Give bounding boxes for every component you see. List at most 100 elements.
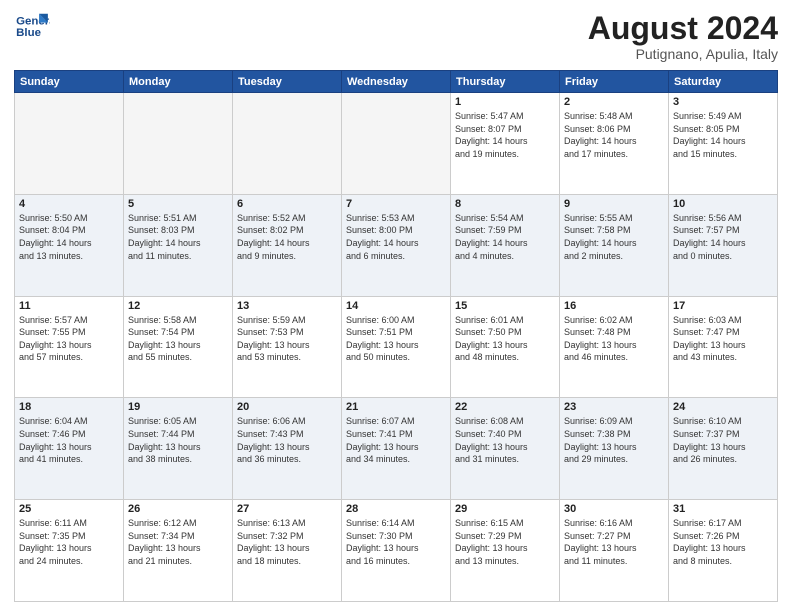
calendar-week-row: 1Sunrise: 5:47 AM Sunset: 8:07 PM Daylig… <box>15 93 778 195</box>
calendar-cell: 25 Sunrise: 6:11 AM Sunset: 7:35 PM Dayli… <box>15 500 124 602</box>
day-info: Sunrise: 5:52 AM Sunset: 8:02 PM Dayligh… <box>237 212 337 262</box>
calendar-cell <box>15 93 124 195</box>
day-info: Sunrise: 6:17 AM Sunset: 7:26 PM Dayligh… <box>673 517 773 567</box>
calendar-cell: 24Sunrise: 6:10 AM Sunset: 7:37 PM Dayli… <box>669 398 778 500</box>
day-number: 14 <box>346 300 446 312</box>
day-number: 12 <box>128 300 228 312</box>
day-info: Sunrise: 5:53 AM Sunset: 8:00 PM Dayligh… <box>346 212 446 262</box>
calendar-cell: 31Sunrise: 6:17 AM Sunset: 7:26 PM Dayli… <box>669 500 778 602</box>
day-info: Sunrise: 6:09 AM Sunset: 7:38 PM Dayligh… <box>564 415 664 465</box>
calendar-cell <box>233 93 342 195</box>
day-number: 28 <box>346 503 446 515</box>
calendar-table: Sunday Monday Tuesday Wednesday Thursday… <box>14 70 778 602</box>
calendar-cell: 30Sunrise: 6:16 AM Sunset: 7:27 PM Dayli… <box>560 500 669 602</box>
day-info: Sunrise: 5:54 AM Sunset: 7:59 PM Dayligh… <box>455 212 555 262</box>
day-number: 17 <box>673 300 773 312</box>
day-info: Sunrise: 5:47 AM Sunset: 8:07 PM Dayligh… <box>455 110 555 160</box>
day-number: 26 <box>128 503 228 515</box>
day-info: Sunrise: 6:02 AM Sunset: 7:48 PM Dayligh… <box>564 314 664 364</box>
calendar-cell: 21 Sunrise: 6:07 AM Sunset: 7:41 PM Dayli… <box>342 398 451 500</box>
day-info: Sunrise: 5:48 AM Sunset: 8:06 PM Dayligh… <box>564 110 664 160</box>
day-info: Sunrise: 5:55 AM Sunset: 7:58 PM Dayligh… <box>564 212 664 262</box>
day-info: Sunrise: 6:05 AM Sunset: 7:44 PM Dayligh… <box>128 415 228 465</box>
day-number: 25 <box>19 503 119 515</box>
calendar-cell: 22Sunrise: 6:08 AM Sunset: 7:40 PM Dayli… <box>451 398 560 500</box>
day-info: Sunrise: 6:08 AM Sunset: 7:40 PM Dayligh… <box>455 415 555 465</box>
day-info: Sunrise: 5:49 AM Sunset: 8:05 PM Dayligh… <box>673 110 773 160</box>
day-info: Sunrise: 5:50 AM Sunset: 8:04 PM Dayligh… <box>19 212 119 262</box>
day-info: Sunrise: 6:15 AM Sunset: 7:29 PM Dayligh… <box>455 517 555 567</box>
calendar-cell: 18 Sunrise: 6:04 AM Sunset: 7:46 PM Dayli… <box>15 398 124 500</box>
day-number: 18 <box>19 401 119 413</box>
day-number: 16 <box>564 300 664 312</box>
day-number: 13 <box>237 300 337 312</box>
calendar-cell: 5Sunrise: 5:51 AM Sunset: 8:03 PM Daylig… <box>124 194 233 296</box>
header-friday: Friday <box>560 71 669 93</box>
day-number: 4 <box>19 198 119 210</box>
day-info: Sunrise: 6:03 AM Sunset: 7:47 PM Dayligh… <box>673 314 773 364</box>
day-number: 27 <box>237 503 337 515</box>
day-number: 5 <box>128 198 228 210</box>
calendar-cell: 17 Sunrise: 6:03 AM Sunset: 7:47 PM Dayli… <box>669 296 778 398</box>
calendar-cell: 7Sunrise: 5:53 AM Sunset: 8:00 PM Daylig… <box>342 194 451 296</box>
day-info: Sunrise: 6:12 AM Sunset: 7:34 PM Dayligh… <box>128 517 228 567</box>
day-number: 11 <box>19 300 119 312</box>
calendar-cell: 29 Sunrise: 6:15 AM Sunset: 7:29 PM Dayli… <box>451 500 560 602</box>
header-thursday: Thursday <box>451 71 560 93</box>
day-info: Sunrise: 5:57 AM Sunset: 7:55 PM Dayligh… <box>19 314 119 364</box>
day-number: 2 <box>564 96 664 108</box>
day-info: Sunrise: 5:59 AM Sunset: 7:53 PM Dayligh… <box>237 314 337 364</box>
day-info: Sunrise: 5:56 AM Sunset: 7:57 PM Dayligh… <box>673 212 773 262</box>
day-number: 9 <box>564 198 664 210</box>
page-container: General Blue August 2024 Putignano, Apul… <box>0 0 792 612</box>
calendar-cell: 13 Sunrise: 5:59 AM Sunset: 7:53 PM Dayli… <box>233 296 342 398</box>
day-info: Sunrise: 5:58 AM Sunset: 7:54 PM Dayligh… <box>128 314 228 364</box>
calendar-cell: 28 Sunrise: 6:14 AM Sunset: 7:30 PM Dayli… <box>342 500 451 602</box>
header-monday: Monday <box>124 71 233 93</box>
calendar-cell <box>124 93 233 195</box>
calendar-cell: 26 Sunrise: 6:12 AM Sunset: 7:34 PM Dayli… <box>124 500 233 602</box>
calendar-cell: 9 Sunrise: 5:55 AM Sunset: 7:58 PM Daylig… <box>560 194 669 296</box>
day-number: 24 <box>673 401 773 413</box>
logo: General Blue <box>14 12 50 42</box>
logo-icon: General Blue <box>14 12 50 42</box>
day-info: Sunrise: 6:14 AM Sunset: 7:30 PM Dayligh… <box>346 517 446 567</box>
day-info: Sunrise: 6:01 AM Sunset: 7:50 PM Dayligh… <box>455 314 555 364</box>
day-number: 10 <box>673 198 773 210</box>
calendar-week-row: 18 Sunrise: 6:04 AM Sunset: 7:46 PM Dayli… <box>15 398 778 500</box>
day-number: 8 <box>455 198 555 210</box>
calendar-cell: 27 Sunrise: 6:13 AM Sunset: 7:32 PM Dayli… <box>233 500 342 602</box>
title-block: August 2024 Putignano, Apulia, Italy <box>588 12 778 62</box>
day-number: 15 <box>455 300 555 312</box>
day-info: Sunrise: 6:04 AM Sunset: 7:46 PM Dayligh… <box>19 415 119 465</box>
day-info: Sunrise: 6:13 AM Sunset: 7:32 PM Dayligh… <box>237 517 337 567</box>
day-info: Sunrise: 6:16 AM Sunset: 7:27 PM Dayligh… <box>564 517 664 567</box>
header-wednesday: Wednesday <box>342 71 451 93</box>
calendar-cell: 19Sunrise: 6:05 AM Sunset: 7:44 PM Dayli… <box>124 398 233 500</box>
calendar-cell: 1Sunrise: 5:47 AM Sunset: 8:07 PM Daylig… <box>451 93 560 195</box>
calendar-cell: 3 Sunrise: 5:49 AM Sunset: 8:05 PM Daylig… <box>669 93 778 195</box>
day-number: 23 <box>564 401 664 413</box>
day-info: Sunrise: 6:07 AM Sunset: 7:41 PM Dayligh… <box>346 415 446 465</box>
day-number: 3 <box>673 96 773 108</box>
calendar-cell: 15 Sunrise: 6:01 AM Sunset: 7:50 PM Dayli… <box>451 296 560 398</box>
calendar-week-row: 11 Sunrise: 5:57 AM Sunset: 7:55 PM Dayli… <box>15 296 778 398</box>
calendar-week-row: 25 Sunrise: 6:11 AM Sunset: 7:35 PM Dayli… <box>15 500 778 602</box>
svg-text:Blue: Blue <box>16 27 41 39</box>
calendar-cell: 23 Sunrise: 6:09 AM Sunset: 7:38 PM Dayli… <box>560 398 669 500</box>
calendar-cell: 16 Sunrise: 6:02 AM Sunset: 7:48 PM Dayli… <box>560 296 669 398</box>
day-number: 21 <box>346 401 446 413</box>
calendar-cell <box>342 93 451 195</box>
day-number: 29 <box>455 503 555 515</box>
month-title: August 2024 <box>588 12 778 44</box>
calendar-cell: 20Sunrise: 6:06 AM Sunset: 7:43 PM Dayli… <box>233 398 342 500</box>
calendar-cell: 8 Sunrise: 5:54 AM Sunset: 7:59 PM Daylig… <box>451 194 560 296</box>
header-tuesday: Tuesday <box>233 71 342 93</box>
day-info: Sunrise: 6:00 AM Sunset: 7:51 PM Dayligh… <box>346 314 446 364</box>
calendar-cell: 11 Sunrise: 5:57 AM Sunset: 7:55 PM Dayli… <box>15 296 124 398</box>
weekday-header-row: Sunday Monday Tuesday Wednesday Thursday… <box>15 71 778 93</box>
day-info: Sunrise: 6:11 AM Sunset: 7:35 PM Dayligh… <box>19 517 119 567</box>
day-info: Sunrise: 6:06 AM Sunset: 7:43 PM Dayligh… <box>237 415 337 465</box>
calendar-cell: 6Sunrise: 5:52 AM Sunset: 8:02 PM Daylig… <box>233 194 342 296</box>
location: Putignano, Apulia, Italy <box>588 46 778 62</box>
